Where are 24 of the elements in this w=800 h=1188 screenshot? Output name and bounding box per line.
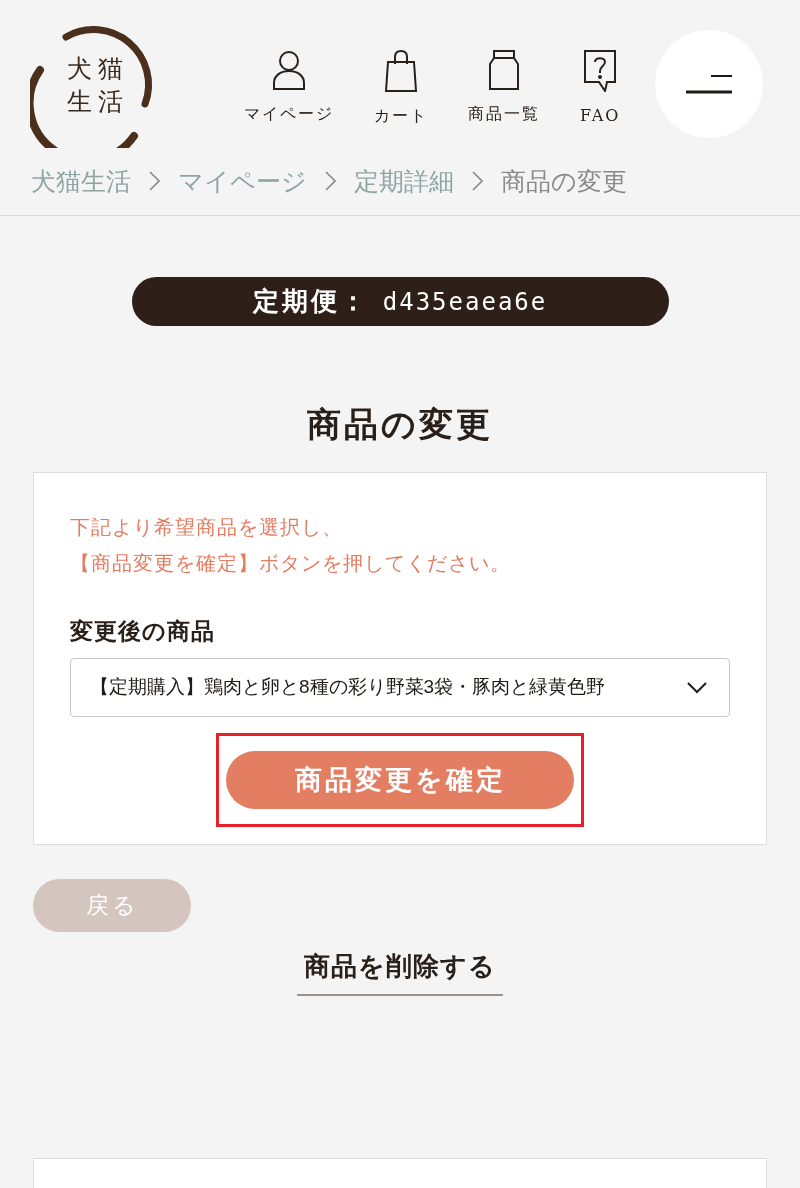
field-label: 変更後の商品	[70, 617, 215, 646]
chevron-down-icon	[687, 681, 707, 694]
subscription-id: d435eaea6e	[382, 286, 548, 318]
chevron-icon	[149, 171, 160, 191]
menu-icon	[686, 74, 732, 94]
delete-product-link[interactable]: 商品を削除する	[297, 948, 503, 996]
instruction-text: 【商品変更を確定】ボタンを押してください。	[70, 551, 511, 576]
chevron-icon	[325, 171, 336, 191]
nav-link[interactable]: カート	[374, 50, 428, 127]
page-heading: 商品の変更	[307, 404, 493, 445]
jar-icon	[488, 50, 520, 90]
subscription-label: 定期便：	[252, 285, 369, 318]
nav-link[interactable]: FAO	[580, 50, 621, 127]
instruction-text: 下記より希望商品を選択し、	[70, 515, 343, 540]
nav-link[interactable]: 商品一覧	[468, 50, 540, 127]
shopping-bag-icon	[384, 50, 418, 92]
nav-link[interactable]: マイページ	[244, 50, 334, 127]
logo-text: 生活	[66, 86, 129, 118]
chevron-icon	[472, 171, 483, 191]
help-icon	[582, 50, 619, 92]
person-icon	[272, 50, 306, 90]
product-select[interactable]: 【定期購入】鶏肉と卵と8種の彩り野菜3袋・豚肉と緑黄色野	[70, 658, 730, 717]
logo-text: 犬猫	[66, 53, 129, 85]
logo[interactable]: 犬猫 生活	[30, 22, 156, 148]
